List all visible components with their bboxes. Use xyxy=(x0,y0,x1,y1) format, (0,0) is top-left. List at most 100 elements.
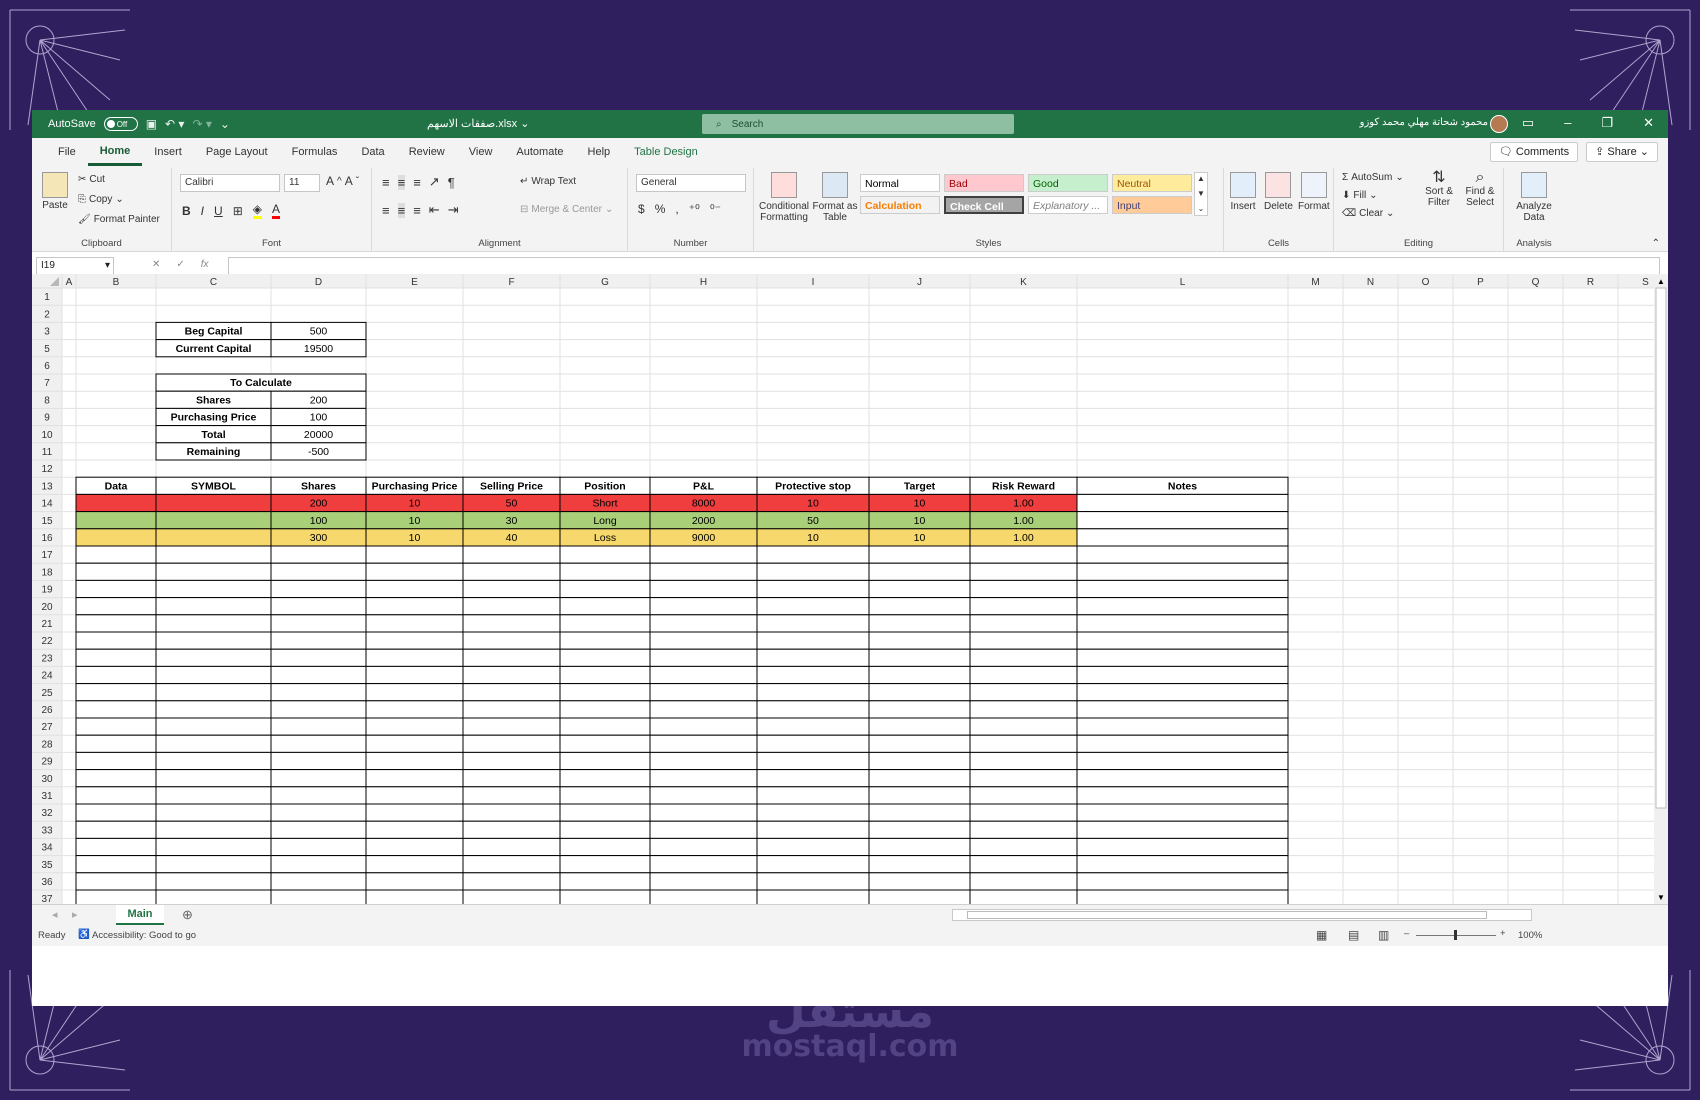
zoom-slider-thumb[interactable] xyxy=(1454,930,1457,940)
table-empty-cell[interactable] xyxy=(756,579,870,599)
table-empty-cell[interactable] xyxy=(969,631,1078,650)
table-empty-cell[interactable] xyxy=(969,820,1078,839)
table-empty-cell[interactable] xyxy=(649,734,758,753)
table-empty-cell[interactable] xyxy=(365,751,464,771)
table-empty-cell[interactable] xyxy=(75,545,157,564)
collapse-ribbon-icon[interactable]: ⌃ xyxy=(1652,238,1660,249)
table-empty-cell[interactable] xyxy=(756,889,870,904)
table-empty-cell[interactable] xyxy=(75,562,157,581)
table-empty-cell[interactable] xyxy=(270,579,367,599)
table-empty-cell[interactable] xyxy=(559,614,651,633)
zoom-slider[interactable] xyxy=(1416,930,1496,940)
table-empty-cell[interactable] xyxy=(559,803,651,822)
decrease-indent-icon[interactable]: ⇤ xyxy=(429,202,440,218)
table-empty-cell[interactable] xyxy=(462,648,561,667)
number-format-select[interactable]: General xyxy=(636,174,746,192)
cell-style-neutral[interactable]: Neutral xyxy=(1112,174,1192,192)
table-empty-cell[interactable] xyxy=(649,614,758,633)
table-empty-cell[interactable] xyxy=(559,820,651,839)
table-empty-cell[interactable] xyxy=(365,855,464,874)
table-empty-cell[interactable] xyxy=(868,614,971,633)
table-empty-cell[interactable] xyxy=(969,597,1078,616)
table-empty-cell[interactable] xyxy=(868,803,971,822)
table-empty-cell[interactable] xyxy=(270,837,367,857)
table-empty-cell[interactable] xyxy=(365,665,464,685)
table-empty-cell[interactable] xyxy=(649,769,758,788)
table-empty-cell[interactable] xyxy=(756,872,870,891)
comments-button[interactable]: 🗨 Comments xyxy=(1489,142,1579,162)
table-empty-cell[interactable] xyxy=(756,562,870,581)
table-empty-cell[interactable] xyxy=(969,786,1078,805)
table-empty-cell[interactable] xyxy=(462,820,561,839)
table-empty-cell[interactable] xyxy=(756,786,870,805)
table-empty-cell[interactable] xyxy=(155,872,272,891)
formula-input[interactable] xyxy=(228,257,1660,275)
table-empty-cell[interactable] xyxy=(969,579,1078,599)
table-empty-cell[interactable] xyxy=(155,579,272,599)
tab-formulas[interactable]: Formulas xyxy=(280,138,350,166)
table-empty-cell[interactable] xyxy=(155,751,272,771)
save-icon[interactable]: ▣ xyxy=(146,117,157,131)
table-empty-cell[interactable] xyxy=(649,700,758,719)
table-empty-cell[interactable] xyxy=(1076,803,1289,822)
tab-home[interactable]: Home xyxy=(87,138,143,166)
table-empty-cell[interactable] xyxy=(868,855,971,874)
table-empty-cell[interactable] xyxy=(756,734,870,753)
tab-file[interactable]: File xyxy=(46,138,88,166)
table-empty-cell[interactable] xyxy=(756,717,870,736)
table-empty-cell[interactable] xyxy=(462,769,561,788)
table-empty-cell[interactable] xyxy=(155,803,272,822)
table-empty-cell[interactable] xyxy=(1076,614,1289,633)
table-empty-cell[interactable] xyxy=(969,751,1078,771)
scrollbar-thumb[interactable] xyxy=(967,911,1487,919)
table-empty-cell[interactable] xyxy=(75,889,157,904)
table-empty-cell[interactable] xyxy=(365,734,464,753)
status-accessibility[interactable]: Accessibility: Good to go xyxy=(92,930,196,941)
table-empty-cell[interactable] xyxy=(559,631,651,650)
table-empty-cell[interactable] xyxy=(462,872,561,891)
table-empty-cell[interactable] xyxy=(75,855,157,874)
table-empty-cell[interactable] xyxy=(270,683,367,702)
table-empty-cell[interactable] xyxy=(365,872,464,891)
styles-scroll[interactable]: ▲ ▼ ⌄ xyxy=(1194,172,1208,216)
table-empty-cell[interactable] xyxy=(75,837,157,857)
table-cell[interactable] xyxy=(1076,511,1289,530)
customize-toolbar-icon[interactable]: ⌄ xyxy=(220,117,230,131)
align-center-icon[interactable]: ≡ xyxy=(397,202,406,218)
table-empty-cell[interactable] xyxy=(462,614,561,633)
table-empty-cell[interactable] xyxy=(756,683,870,702)
table-empty-cell[interactable] xyxy=(649,855,758,874)
add-sheet-icon[interactable]: ⊕ xyxy=(182,907,193,923)
table-empty-cell[interactable] xyxy=(868,769,971,788)
borders-icon[interactable]: ⊞ xyxy=(233,204,243,218)
table-empty-cell[interactable] xyxy=(462,579,561,599)
worksheet-canvas[interactable]: A B C D E F G H I J K L M N O P Q R S123567891011121314151… xyxy=(32,274,1668,904)
table-empty-cell[interactable] xyxy=(868,562,971,581)
table-empty-cell[interactable] xyxy=(75,786,157,805)
table-empty-cell[interactable] xyxy=(969,683,1078,702)
table-empty-cell[interactable] xyxy=(1076,579,1289,599)
table-empty-cell[interactable] xyxy=(969,700,1078,719)
table-empty-cell[interactable] xyxy=(969,803,1078,822)
name-box[interactable]: I19 ▾ xyxy=(36,257,114,275)
table-empty-cell[interactable] xyxy=(868,648,971,667)
table-empty-cell[interactable] xyxy=(1076,786,1289,805)
cell-style-calculation[interactable]: Calculation xyxy=(860,196,940,214)
decrease-decimal-icon[interactable]: ⁰⁻ xyxy=(710,202,721,216)
table-empty-cell[interactable] xyxy=(559,545,651,564)
ribbon-display-icon[interactable]: ▭ xyxy=(1522,115,1534,131)
table-empty-cell[interactable] xyxy=(365,631,464,650)
table-empty-cell[interactable] xyxy=(270,820,367,839)
table-empty-cell[interactable] xyxy=(155,665,272,685)
table-empty-cell[interactable] xyxy=(1076,855,1289,874)
format-cells-button[interactable]: Format xyxy=(1298,172,1330,212)
table-empty-cell[interactable] xyxy=(969,614,1078,633)
table-empty-cell[interactable] xyxy=(75,820,157,839)
table-empty-cell[interactable] xyxy=(365,889,464,904)
table-empty-cell[interactable] xyxy=(649,786,758,805)
table-empty-cell[interactable] xyxy=(1076,665,1289,685)
autosave-toggle[interactable]: Off xyxy=(103,117,138,131)
table-empty-cell[interactable] xyxy=(155,734,272,753)
table-empty-cell[interactable] xyxy=(559,700,651,719)
table-empty-cell[interactable] xyxy=(1076,562,1289,581)
